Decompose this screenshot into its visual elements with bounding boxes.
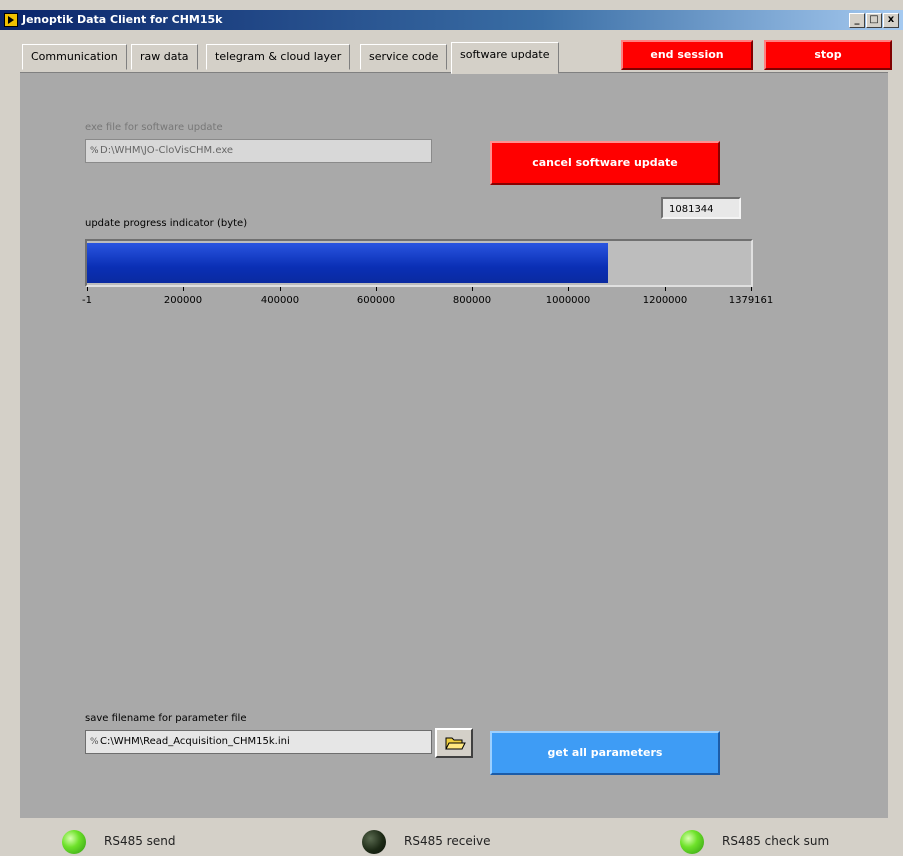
software-update-panel: exe file for software update %D:\WHM\JO-… — [20, 72, 888, 818]
tab-communication[interactable]: Communication — [22, 44, 127, 70]
cancel-software-update-button[interactable]: cancel software update — [490, 141, 720, 185]
tab-service-code[interactable]: service code — [360, 44, 448, 70]
scale-tick-label: 200000 — [163, 295, 203, 306]
progress-bar-fill — [87, 243, 608, 283]
scale-tick — [87, 287, 88, 291]
tab-raw-data[interactable]: raw data — [131, 44, 198, 70]
maximize-icon[interactable]: □ — [866, 13, 882, 28]
scale-tick-label: 1379161 — [728, 295, 774, 306]
scale-tick — [751, 287, 752, 291]
title-bar: Jenoptik Data Client for CHM15k _ □ x — [0, 10, 903, 30]
scale-tick — [183, 287, 184, 291]
browse-folder-button[interactable] — [435, 728, 473, 758]
save-filename-label: save filename for parameter file — [85, 713, 247, 724]
rs485-check-sum-label: RS485 check sum — [722, 834, 830, 848]
folder-icon — [445, 737, 466, 750]
app-icon — [4, 13, 18, 27]
save-path-value: C:\WHM\Read_Acquisition_CHM15k.ini — [100, 736, 290, 747]
app-window: Jenoptik Data Client for CHM15k _ □ x Co… — [0, 0, 903, 856]
minimize-icon[interactable]: _ — [849, 13, 865, 28]
get-all-parameters-button[interactable]: get all parameters — [490, 731, 720, 775]
scale-tick-label: 1200000 — [642, 295, 688, 306]
scale-tick — [665, 287, 666, 291]
exe-file-label: exe file for software update — [85, 122, 223, 133]
tab-telegram-cloud-layer[interactable]: telegram & cloud layer — [206, 44, 351, 70]
rs485-send-led-icon — [62, 830, 86, 854]
rs485-check-sum-led-icon — [680, 830, 704, 854]
path-icon: % — [90, 146, 99, 156]
end-session-button[interactable]: end session — [621, 40, 753, 70]
stop-button[interactable]: stop — [764, 40, 892, 70]
scale-tick-label: 600000 — [356, 295, 396, 306]
rs485-receive-label: RS485 receive — [404, 834, 491, 848]
scale-tick — [376, 287, 377, 291]
progress-value-display: 1081344 — [661, 197, 741, 219]
close-icon[interactable]: x — [883, 13, 899, 28]
scale-tick-label: -1 — [82, 295, 92, 306]
window-title: Jenoptik Data Client for CHM15k — [22, 13, 223, 26]
progress-label: update progress indicator (byte) — [85, 218, 248, 229]
scale-tick-label: 1000000 — [545, 295, 591, 306]
scale-tick-label: 400000 — [260, 295, 300, 306]
scale-tick — [280, 287, 281, 291]
scale-tick-label: 800000 — [452, 295, 492, 306]
exe-path-value: D:\WHM\JO-CloVisCHM.exe — [100, 145, 234, 156]
progress-bar — [85, 239, 753, 287]
save-path-field[interactable]: %C:\WHM\Read_Acquisition_CHM15k.ini — [85, 730, 432, 754]
tab-strip: Communication raw data telegram & cloud … — [0, 30, 903, 75]
scale-tick — [472, 287, 473, 291]
path-icon: % — [90, 737, 99, 747]
rs485-send-label: RS485 send — [104, 834, 176, 848]
rs485-receive-led-icon — [362, 830, 386, 854]
tab-software-update[interactable]: software update — [451, 42, 559, 74]
exe-path-field[interactable]: %D:\WHM\JO-CloVisCHM.exe — [85, 139, 432, 163]
status-bar: RS485 send RS485 receive RS485 check sum — [0, 822, 903, 856]
scale-tick — [568, 287, 569, 291]
